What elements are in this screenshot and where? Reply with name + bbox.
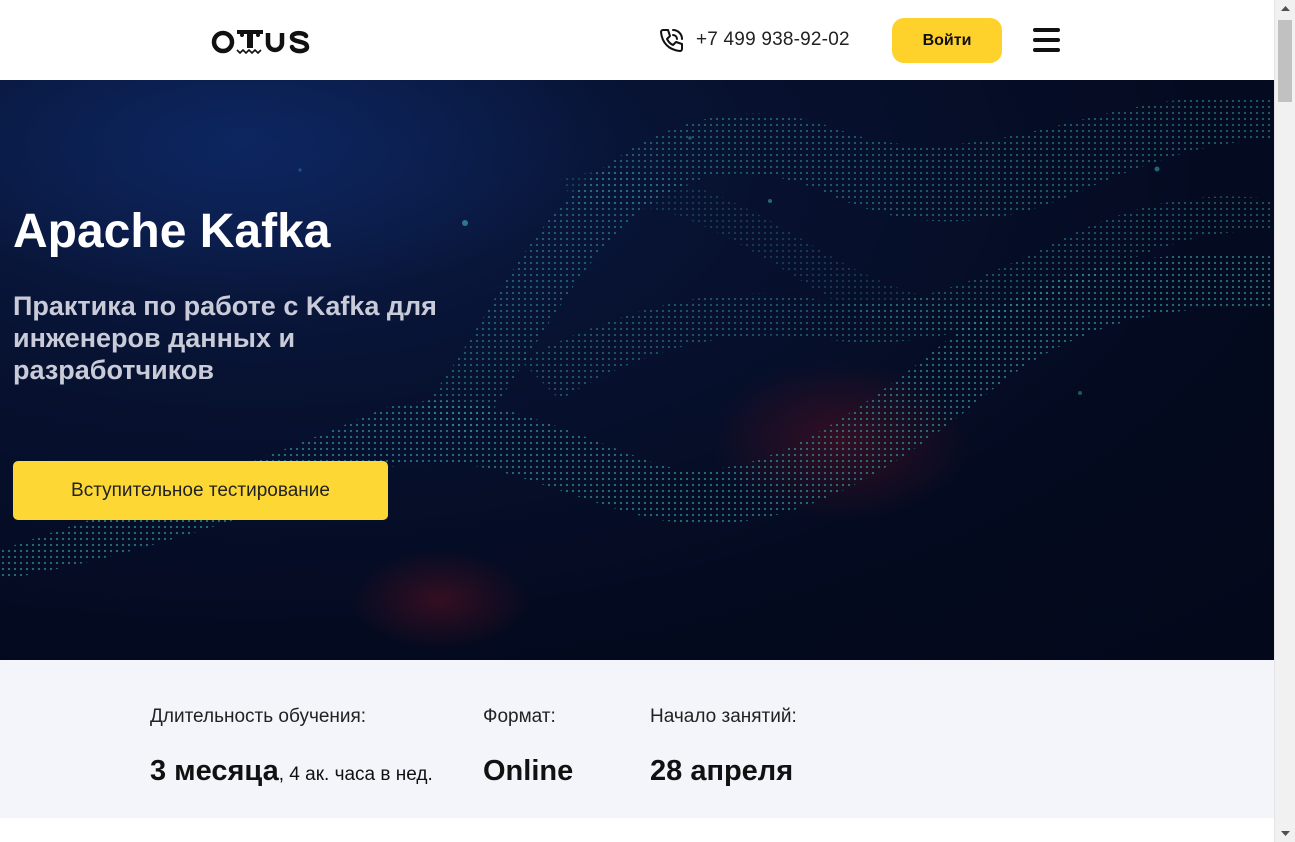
duration-value: 3 месяца, 4 ак. часа в нед.: [150, 755, 433, 788]
duration-label: Длительность обучения:: [150, 706, 367, 727]
hero-section: Apache Kafka Практика по работе с Kafka …: [0, 80, 1274, 660]
course-title: Apache Kafka: [13, 205, 331, 258]
format-main: Online: [483, 755, 574, 787]
site-header: +7 499 938-92-02 Войти: [0, 0, 1274, 80]
entrance-test-button[interactable]: Вступительное тестирование: [13, 461, 388, 520]
chevron-up-icon[interactable]: [1275, 0, 1295, 17]
phone-link[interactable]: +7 499 938-92-02: [696, 29, 850, 51]
start-value: 28 апреля: [650, 755, 793, 788]
login-button[interactable]: Войти: [892, 18, 1002, 63]
format-label: Формат:: [483, 706, 556, 727]
course-subtitle: Практика по работе с Kafka для инженеров…: [13, 291, 437, 385]
menu-icon[interactable]: [1033, 28, 1061, 52]
start-label: Начало занятий:: [650, 706, 797, 727]
course-info-strip: Длительность обучения: 3 месяца, 4 ак. ч…: [0, 660, 1274, 818]
page: +7 499 938-92-02 Войти Apache Kafka Прак…: [0, 0, 1274, 842]
duration-extra: , 4 ак. часа в нед.: [278, 764, 433, 785]
scrollbar-thumb[interactable]: [1278, 20, 1292, 102]
format-value: Online: [483, 755, 573, 788]
chevron-down-icon[interactable]: [1275, 825, 1295, 842]
vertical-scrollbar[interactable]: [1274, 0, 1295, 842]
otus-logo[interactable]: [211, 22, 317, 58]
phone-icon: [660, 29, 683, 52]
start-main: 28 апреля: [650, 755, 794, 787]
duration-main: 3 месяца: [150, 755, 279, 787]
